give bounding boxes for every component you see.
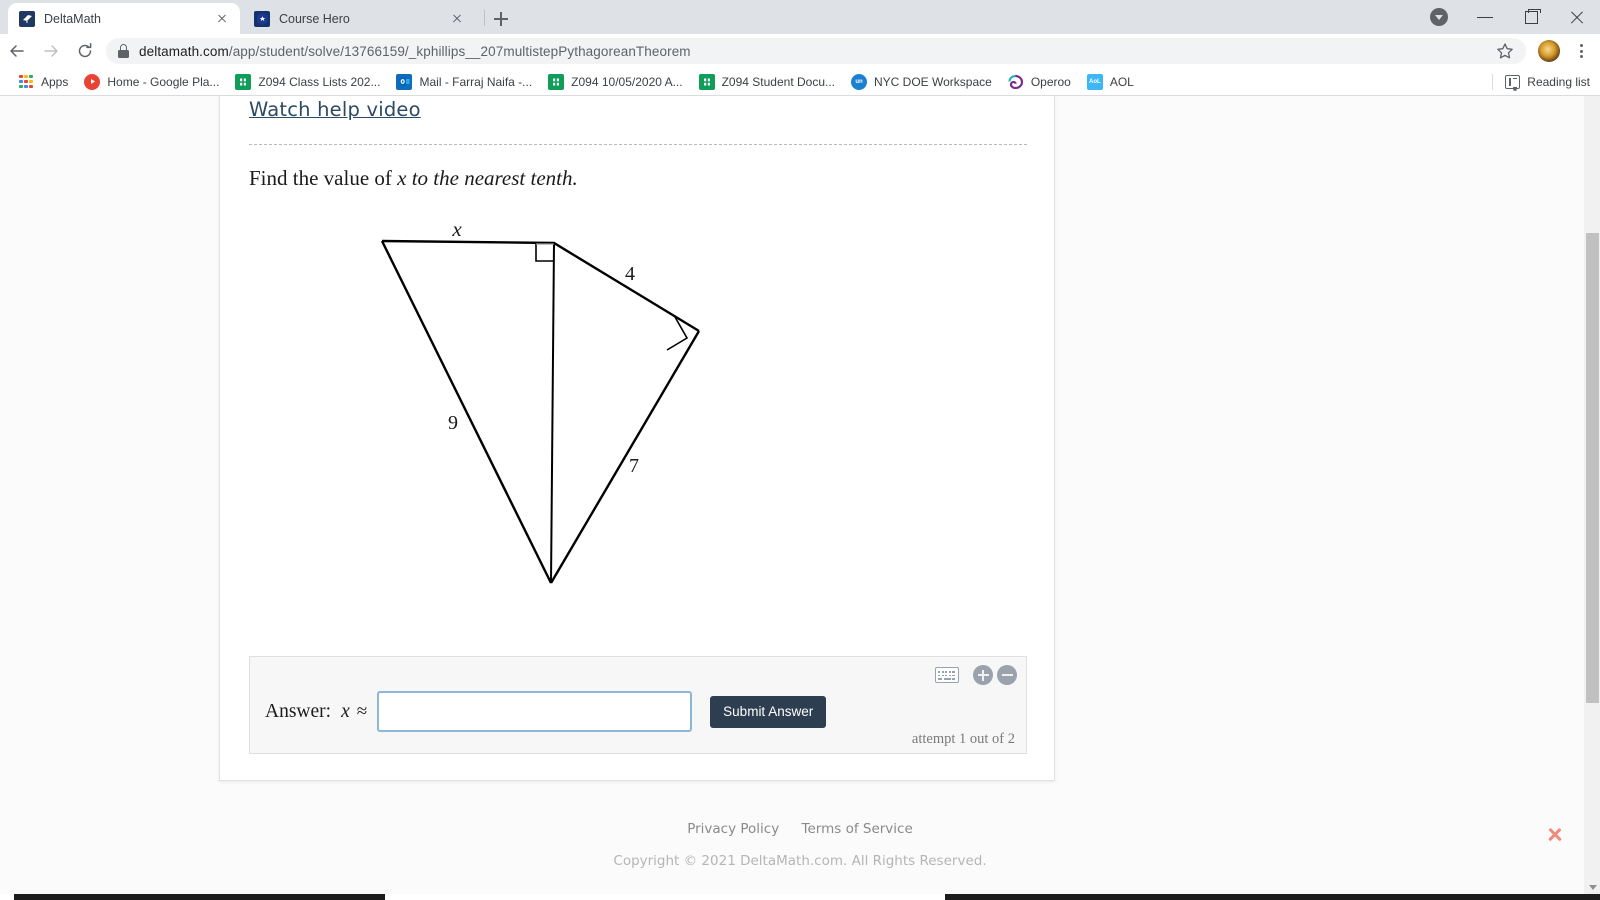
bookmark-nyc-doe-workspace[interactable]: un NYC DOE Workspace [843, 71, 1000, 93]
browser-tab-coursehero[interactable]: Course Hero [243, 3, 475, 34]
privacy-policy-link[interactable]: Privacy Policy [687, 821, 779, 837]
divider [1492, 73, 1494, 90]
tab-title: Course Hero [279, 11, 350, 26]
window-controls [1416, 0, 1600, 34]
tab-divider [484, 10, 485, 26]
aol-icon: AoL [1086, 73, 1103, 90]
problem-prompt: Find the value of x to the nearest tenth… [249, 166, 578, 191]
tab-title: DeltaMath [44, 11, 101, 26]
bookmark-z094-class-lists[interactable]: Z094 Class Lists 202... [227, 71, 388, 93]
bookmark-z094-attendance[interactable]: Z094 10/05/2020 A... [540, 71, 690, 93]
reload-button[interactable] [68, 34, 102, 68]
reading-list-icon[interactable] [1505, 74, 1521, 89]
terms-of-service-link[interactable]: Terms of Service [802, 821, 913, 837]
apps-grid-icon [18, 74, 34, 90]
coursehero-favicon [254, 10, 270, 27]
bookmark-operoo[interactable]: Operoo [1000, 71, 1079, 93]
copyright-text: Copyright © 2021 DeltaMath.com. All Righ… [613, 853, 987, 869]
reading-list-label[interactable]: Reading list [1527, 75, 1590, 89]
prompt-suffix: to the nearest tenth. [406, 166, 578, 190]
bookmarks-bar: Apps Home - Google Pla... Z094 Class Lis… [0, 68, 1600, 96]
close-icon[interactable] [447, 9, 467, 29]
approx-symbol: ≈ [356, 700, 368, 722]
attempt-counter: attempt 1 out of 2 [911, 731, 1015, 747]
avatar[interactable] [1538, 40, 1560, 62]
submit-answer-button[interactable]: Submit Answer [710, 695, 827, 728]
bookmark-label: Apps [41, 74, 69, 89]
bookmark-google-play[interactable]: Home - Google Pla... [76, 71, 227, 93]
taskbar [0, 894, 1600, 900]
scrollbar-thumb[interactable] [1586, 233, 1599, 703]
operoo-icon [1008, 74, 1024, 90]
answer-input[interactable] [377, 691, 693, 732]
lock-icon [118, 44, 129, 58]
page-footer: Privacy Policy Terms of Service Copyrigh… [0, 821, 1600, 869]
maximize-button[interactable] [1508, 0, 1554, 34]
toolbar-right [1532, 38, 1600, 64]
browser-tab-deltamath[interactable]: DeltaMath [8, 3, 240, 34]
chrome-menu-icon[interactable] [1568, 38, 1594, 64]
divider [249, 144, 1027, 145]
bookmark-label: NYC DOE Workspace [874, 74, 992, 89]
reading-list-area: Reading list [1492, 73, 1590, 90]
bookmark-z094-student-documents[interactable]: Z094 Student Docu... [691, 71, 843, 93]
triangle-diagram: x 4 9 7 [380, 217, 701, 584]
footer-links: Privacy Policy Terms of Service [0, 821, 1600, 837]
answer-panel: Answer: x ≈ Submit Answer attempt 1 out … [249, 656, 1027, 754]
label-4: 4 [625, 263, 635, 285]
browser-toolbar: deltamath.com/app/student/solve/13766159… [0, 34, 1600, 68]
label-x: x [451, 217, 462, 241]
scroll-down-arrow-icon[interactable] [1588, 885, 1597, 890]
bookmark-label: Operoo [1030, 74, 1071, 89]
nycdoe-icon: un [851, 73, 867, 90]
bookmark-label: AOL [1109, 74, 1134, 89]
close-icon[interactable] [212, 9, 232, 29]
back-button[interactable] [0, 34, 34, 68]
label-9: 9 [448, 412, 458, 434]
bookmark-mail-outlook[interactable]: Mail - Farraj Naifa -... [388, 71, 540, 93]
google-sheets-icon [548, 73, 565, 90]
google-play-icon [84, 73, 101, 90]
bookmark-apps[interactable]: Apps [10, 71, 76, 93]
page-scrollbar[interactable] [1584, 96, 1600, 900]
deltamath-favicon [19, 10, 35, 27]
zoom-in-button[interactable] [973, 665, 993, 685]
new-tab-button[interactable] [488, 6, 514, 32]
google-sheets-icon [235, 73, 252, 90]
address-bar[interactable]: deltamath.com/app/student/solve/13766159… [106, 38, 1526, 64]
bookmark-aol[interactable]: AoL AOL [1079, 71, 1142, 93]
bookmark-label: Home - Google Pla... [107, 74, 220, 89]
bookmark-star-icon[interactable] [1496, 42, 1514, 65]
minimize-button[interactable] [1462, 0, 1508, 34]
forward-button[interactable] [34, 34, 68, 68]
dismiss-close-icon[interactable] [1547, 826, 1563, 842]
url-domain: deltamath.com [139, 43, 229, 59]
google-sheets-icon [698, 73, 715, 90]
window-close-button[interactable] [1554, 0, 1600, 34]
bookmark-label: Z094 10/05/2020 A... [571, 74, 683, 89]
answer-variable: x [341, 700, 350, 722]
url-path: /app/student/solve/13766159/_kphillips__… [228, 43, 691, 59]
answer-label: Answer: [265, 700, 332, 722]
problem-card: Watch help video Find the value of x to … [219, 96, 1055, 781]
browser-tab-strip: DeltaMath Course Hero [0, 0, 1600, 34]
math-keyboard-icon[interactable] [935, 667, 959, 683]
page-viewport: Watch help video Find the value of x to … [0, 96, 1600, 900]
url-text: deltamath.com/app/student/solve/13766159… [139, 44, 691, 59]
prompt-prefix: Find the value of [249, 166, 398, 190]
label-7: 7 [629, 455, 639, 477]
bookmark-label: Mail - Farraj Naifa -... [419, 74, 533, 89]
watch-help-video-link[interactable]: Watch help video [249, 98, 421, 121]
zoom-out-button[interactable] [997, 665, 1017, 685]
profile-dropdown-button[interactable] [1416, 0, 1462, 34]
outlook-icon [396, 73, 413, 90]
bookmark-label: Z094 Student Docu... [721, 74, 835, 89]
answer-row: Answer: x ≈ Submit Answer [265, 691, 827, 732]
answer-tools [935, 665, 1017, 685]
bookmark-label: Z094 Class Lists 202... [258, 74, 381, 89]
geometry-figure: x 4 9 7 [220, 216, 1056, 616]
